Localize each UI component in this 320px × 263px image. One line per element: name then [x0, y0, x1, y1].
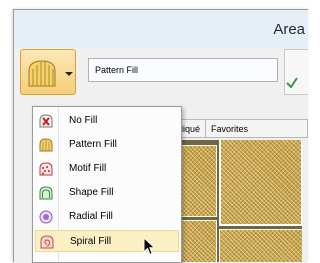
fill-type-field[interactable]: Pattern Fill: [88, 58, 278, 82]
pattern-tile[interactable]: [219, 140, 302, 226]
motif-fill-icon: [39, 162, 53, 176]
menu-item-pattern-fill[interactable]: Pattern Fill: [35, 134, 179, 156]
chevron-down-icon: [65, 72, 73, 76]
menu-item-motif-fill[interactable]: Motif Fill: [35, 158, 179, 180]
apply-button[interactable]: [284, 49, 308, 95]
menu-item-radial-fill[interactable]: Radial Fill: [35, 206, 179, 228]
no-fill-icon: [39, 114, 53, 128]
pattern-fill-icon: [28, 60, 56, 87]
pattern-tile[interactable]: [219, 229, 302, 262]
pattern-fill-icon: [39, 138, 53, 152]
fill-type-dropdown-button[interactable]: [20, 49, 76, 95]
tab-favorites[interactable]: Favorites: [205, 119, 308, 138]
menu-item-no-fill[interactable]: No Fill: [35, 110, 179, 132]
spiral-fill-icon: [40, 235, 54, 249]
window-title: Area: [273, 21, 305, 38]
radial-fill-icon: [39, 210, 53, 224]
menu-item-shape-fill[interactable]: Shape Fill: [35, 182, 179, 204]
mouse-pointer-icon: [143, 237, 156, 256]
check-icon: [286, 77, 298, 88]
shape-fill-icon: [39, 186, 53, 200]
fill-type-menu: No Fill Pattern Fill Motif Fill Shape Fi…: [32, 106, 182, 263]
title-bar: Area: [14, 10, 308, 48]
menu-item-spiral-fill[interactable]: Spiral Fill: [35, 230, 179, 252]
